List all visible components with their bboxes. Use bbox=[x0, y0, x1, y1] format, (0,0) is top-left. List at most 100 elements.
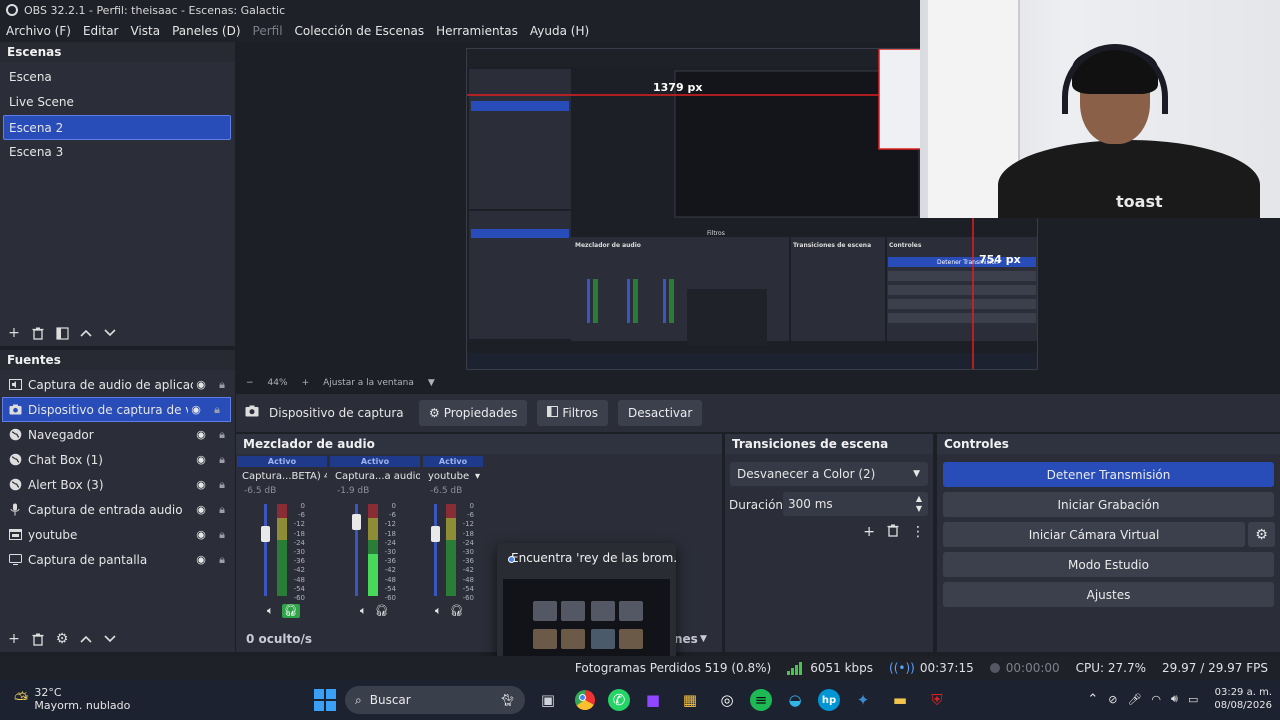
task-view-icon[interactable]: ▣ bbox=[534, 686, 562, 714]
source-item[interactable]: Dispositivo de captura de video ◉ 🔒︎ bbox=[2, 397, 231, 422]
transition-select[interactable]: Desvanecer a Color (2) ▼ bbox=[730, 462, 928, 486]
twitch-icon[interactable]: ■ bbox=[639, 686, 667, 714]
start-recording-button[interactable]: Iniciar Grabación bbox=[943, 492, 1274, 517]
python-icon[interactable]: ✦ bbox=[849, 686, 877, 714]
add-scene-icon[interactable]: + bbox=[6, 325, 22, 341]
hp-icon[interactable]: hp bbox=[818, 689, 840, 711]
microphone-tray-icon[interactable]: 🎤︎ bbox=[1127, 693, 1141, 706]
move-source-down-icon[interactable] bbox=[102, 631, 118, 647]
preview-canvas[interactable]: 1379 px 754 px Filtros Mezclador de audi… bbox=[240, 42, 1038, 376]
settings-button[interactable]: Ajustes bbox=[943, 582, 1274, 607]
volume-fader[interactable] bbox=[434, 504, 437, 596]
tray-overflow-chevron-icon[interactable]: ⌃ bbox=[1087, 692, 1098, 707]
headphone-off-icon[interactable]: 🎧︎ bbox=[450, 604, 464, 618]
lock-icon[interactable]: 🔒︎ bbox=[214, 478, 230, 492]
headphone-off-icon[interactable]: 🎧︎ bbox=[375, 604, 389, 618]
wifi-icon[interactable]: ◠ bbox=[1151, 693, 1161, 706]
volume-fader-knob[interactable] bbox=[431, 526, 440, 542]
source-item[interactable]: Navegador ◉ 🔒︎ bbox=[0, 422, 235, 447]
scene-item-escena-2[interactable]: Escena 2 bbox=[3, 115, 231, 140]
volume-fader-knob[interactable] bbox=[261, 526, 270, 542]
lock-icon[interactable]: 🔒︎ bbox=[209, 403, 225, 417]
move-scene-down-icon[interactable] bbox=[102, 325, 118, 341]
stop-stream-button[interactable]: Detener Transmisión bbox=[943, 462, 1274, 487]
zoom-dropdown-icon[interactable]: ▼ bbox=[428, 378, 435, 388]
channel-name[interactable]: Captura...BETA) 4▾ bbox=[237, 467, 327, 482]
channel-name[interactable]: Captura...a audio▾ bbox=[330, 467, 420, 482]
visibility-eye-icon[interactable]: ◉ bbox=[193, 528, 209, 541]
mcafee-icon[interactable]: ⛨ bbox=[923, 686, 951, 714]
headphone-monitor-icon[interactable]: 🎧︎ bbox=[281, 604, 300, 618]
file-explorer-icon[interactable]: ▬ bbox=[886, 686, 914, 714]
source-item[interactable]: Captura de entrada audio ◉ 🔒︎ bbox=[0, 497, 235, 522]
taskbar-thumbnail-popup[interactable]: Encuentra 'rey de las brom... bbox=[497, 543, 676, 668]
source-properties-gear-icon[interactable]: ⚙ bbox=[54, 631, 70, 647]
lock-icon[interactable]: 🔒︎ bbox=[214, 503, 230, 517]
duration-stepper-icon[interactable]: ▲ ▼ bbox=[916, 494, 922, 514]
windows-start-icon[interactable] bbox=[314, 689, 336, 711]
visibility-eye-icon[interactable]: ◉ bbox=[193, 378, 209, 391]
remove-scene-icon[interactable] bbox=[30, 325, 46, 341]
obs-taskbar-icon[interactable]: ◎ bbox=[713, 686, 741, 714]
menu-tools[interactable]: Herramientas bbox=[430, 24, 524, 38]
hidden-count[interactable]: 0 oculto/s bbox=[246, 632, 312, 646]
source-item[interactable]: Captura de pantalla ◉ 🔒︎ bbox=[0, 547, 235, 572]
weather-widget[interactable]: ⛅︎ 32°C Mayorm. nublado bbox=[14, 686, 130, 712]
source-item[interactable]: Captura de audio de aplicación ◉ 🔒︎ bbox=[0, 372, 235, 397]
visibility-eye-icon[interactable]: ◉ bbox=[188, 403, 204, 416]
add-source-icon[interactable]: + bbox=[6, 631, 22, 647]
menu-scene-collection[interactable]: Colección de Escenas bbox=[289, 24, 431, 38]
edge-icon[interactable]: ◒ bbox=[781, 686, 809, 714]
volume-fader[interactable] bbox=[264, 504, 267, 596]
menu-docks[interactable]: Paneles (D) bbox=[166, 24, 246, 38]
lock-icon[interactable]: 🔒︎ bbox=[214, 453, 230, 467]
channel-name[interactable]: youtube ▾ bbox=[423, 467, 483, 482]
filters-button[interactable]: Filtros bbox=[537, 400, 609, 426]
mixer-menu-chevron-icon[interactable]: ▼ bbox=[700, 634, 707, 644]
menu-edit[interactable]: Editar bbox=[77, 24, 125, 38]
scene-item-escena[interactable]: Escena bbox=[0, 65, 235, 90]
visibility-eye-icon[interactable]: ◉ bbox=[193, 428, 209, 441]
scene-filters-icon[interactable] bbox=[54, 325, 70, 341]
speaker-icon[interactable]: 🔈︎ bbox=[267, 604, 274, 618]
visibility-eye-icon[interactable]: ◉ bbox=[193, 553, 209, 566]
whatsapp-icon[interactable]: ✆ bbox=[608, 689, 630, 711]
volume-icon[interactable]: 🔊︎ bbox=[1171, 692, 1178, 706]
source-item[interactable]: Alert Box (3) ◉ 🔒︎ bbox=[0, 472, 235, 497]
fit-window-label[interactable]: Ajustar a la ventana bbox=[323, 378, 414, 388]
menu-view[interactable]: Vista bbox=[124, 24, 166, 38]
source-item[interactable]: Chat Box (1) ◉ 🔒︎ bbox=[0, 447, 235, 472]
lock-icon[interactable]: 🔒︎ bbox=[214, 378, 230, 392]
start-virtual-camera-button[interactable]: Iniciar Cámara Virtual bbox=[943, 522, 1245, 547]
taskbar-search[interactable]: ⌕ Buscar 🐈︎ bbox=[345, 686, 525, 714]
properties-button[interactable]: ⚙ Propiedades bbox=[419, 400, 528, 426]
speaker-icon[interactable]: 🔈︎ bbox=[435, 604, 442, 618]
virtual-camera-settings-gear-icon[interactable]: ⚙ bbox=[1248, 522, 1275, 547]
clock[interactable]: 03:29 a. m. 08/08/2026 bbox=[1214, 686, 1272, 712]
menu-help[interactable]: Ayuda (H) bbox=[524, 24, 595, 38]
studio-mode-button[interactable]: Modo Estudio bbox=[943, 552, 1274, 577]
store-icon[interactable]: ▦ bbox=[676, 686, 704, 714]
visibility-eye-icon[interactable]: ◉ bbox=[193, 453, 209, 466]
chrome-taskbar-icon[interactable] bbox=[571, 686, 599, 714]
visibility-eye-icon[interactable]: ◉ bbox=[193, 503, 209, 516]
deactivate-button[interactable]: Desactivar bbox=[618, 400, 703, 426]
scene-item-live-scene[interactable]: Live Scene bbox=[0, 90, 235, 115]
remove-source-icon[interactable] bbox=[30, 631, 46, 647]
lock-icon[interactable]: 🔒︎ bbox=[214, 528, 230, 542]
source-item[interactable]: youtube ◉ 🔒︎ bbox=[0, 522, 235, 547]
add-transition-icon[interactable]: + bbox=[863, 524, 875, 541]
zoom-in-button[interactable]: + bbox=[302, 378, 310, 388]
visibility-eye-icon[interactable]: ◉ bbox=[193, 478, 209, 491]
volume-fader-knob[interactable] bbox=[352, 514, 361, 530]
transition-more-icon[interactable]: ⋮ bbox=[911, 524, 925, 541]
menu-profile[interactable]: Perfil bbox=[247, 24, 289, 38]
battery-icon[interactable]: ▭ bbox=[1188, 693, 1198, 706]
lock-icon[interactable]: 🔒︎ bbox=[214, 553, 230, 567]
spotify-icon[interactable]: ≡ bbox=[750, 689, 772, 711]
remove-transition-icon[interactable] bbox=[887, 524, 899, 541]
duration-input[interactable]: 300 ms ▲ ▼ bbox=[783, 492, 928, 516]
scene-item-escena-3[interactable]: Escena 3 bbox=[0, 140, 235, 165]
lock-icon[interactable]: 🔒︎ bbox=[214, 428, 230, 442]
zoom-out-button[interactable]: − bbox=[246, 378, 254, 388]
